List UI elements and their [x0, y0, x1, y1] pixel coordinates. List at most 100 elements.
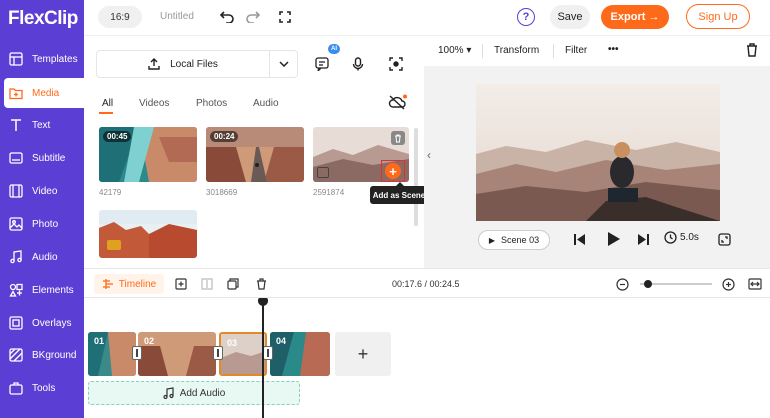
timeline-tab[interactable]: Timeline	[94, 274, 164, 294]
timeline-clip-04[interactable]: 04	[270, 332, 330, 376]
sidebar-item-bkground[interactable]: BKground	[0, 340, 84, 370]
zoom-dropdown[interactable]: 100% ▾	[438, 45, 471, 56]
fit-timeline-icon[interactable]	[748, 277, 762, 291]
timeline-tab-label: Timeline	[118, 278, 157, 290]
sidebar-item-photo[interactable]: Photo	[0, 209, 84, 239]
play-icon[interactable]	[608, 232, 620, 249]
tab-photos[interactable]: Photos	[196, 98, 227, 109]
sidebar-item-audio[interactable]: Audio	[0, 242, 84, 272]
sidebar-item-label: Video	[32, 185, 58, 197]
collapse-panel-handle[interactable]: ‹	[424, 140, 434, 170]
timeline-clip-01[interactable]: 01	[88, 332, 136, 376]
skip-forward-icon[interactable]	[638, 234, 649, 248]
transition-handle[interactable]	[263, 346, 273, 360]
add-audio-track[interactable]: Add Audio	[88, 381, 300, 405]
export-button[interactable]: Export →	[601, 5, 669, 29]
sidebar-item-text[interactable]: Text	[0, 110, 84, 140]
sidebar-item-video[interactable]: Video	[0, 176, 84, 206]
save-button[interactable]: Save	[550, 5, 590, 29]
clip-number: 03	[227, 338, 238, 348]
zoom-in-icon[interactable]	[721, 277, 735, 291]
duplicate-icon[interactable]	[226, 277, 240, 291]
sidebar-item-elements[interactable]: Elements	[0, 275, 84, 305]
duration-control[interactable]: 5.0s	[664, 231, 699, 244]
trash-icon[interactable]	[254, 277, 268, 291]
upload-icon	[148, 58, 160, 70]
video-canvas[interactable]	[476, 84, 720, 221]
music-note-icon	[163, 387, 174, 399]
redo-icon[interactable]	[244, 8, 262, 26]
transition-handle[interactable]	[213, 346, 223, 360]
add-as-scene-button[interactable]: +	[381, 160, 405, 182]
clip-number: 04	[276, 336, 287, 346]
add-audio-label: Add Audio	[179, 387, 226, 399]
playback-controls: ▶ Scene 03 5.0s	[424, 226, 770, 256]
tab-all[interactable]: All	[102, 98, 113, 109]
zoom-value: 100%	[438, 45, 464, 56]
media-thumbnail-2[interactable]: 00:24	[206, 127, 304, 182]
local-files-button[interactable]: Local Files	[96, 50, 270, 78]
media-thumbnail-3[interactable]: +	[313, 127, 409, 182]
aspect-ratio-button[interactable]: 16:9	[98, 6, 142, 28]
transform-button[interactable]: Transform	[494, 45, 539, 56]
ai-text-icon[interactable]	[312, 54, 332, 74]
skip-back-icon[interactable]	[574, 234, 585, 248]
sidebar-item-label: Subtitle	[32, 152, 66, 164]
media-id: 42179	[99, 188, 122, 197]
clip-number: 02	[144, 336, 155, 346]
sidebar-item-tools[interactable]: Tools	[0, 373, 84, 403]
expand-icon[interactable]	[718, 233, 731, 249]
media-thumbnail-1[interactable]: 00:45	[99, 127, 197, 182]
background-icon	[8, 347, 24, 363]
sidebar-item-subtitle[interactable]: Subtitle	[0, 143, 84, 173]
split-icon[interactable]	[200, 277, 214, 291]
flexclip-logo[interactable]: FlexClip	[8, 8, 78, 30]
active-tab-indicator	[99, 112, 113, 114]
cloud-off-icon[interactable]	[388, 94, 408, 110]
tools-icon	[8, 380, 24, 396]
project-title-input[interactable]: Untitled	[160, 11, 194, 22]
add-clip-button[interactable]: +	[335, 332, 391, 376]
timeline-time: 00:17.6 / 00:24.5	[392, 279, 460, 289]
media-thumbnail-4[interactable]	[99, 210, 197, 258]
sidebar-item-templates[interactable]: Templates	[0, 44, 84, 74]
trash-icon[interactable]	[391, 131, 405, 145]
microphone-icon[interactable]	[348, 54, 368, 74]
text-icon	[8, 117, 24, 133]
duration-badge: 00:45	[103, 131, 132, 142]
tab-videos[interactable]: Videos	[139, 98, 169, 109]
media-scrollbar[interactable]	[414, 128, 418, 226]
screen-record-icon[interactable]	[386, 54, 406, 74]
sidebar-item-label: Photo	[32, 218, 59, 230]
help-icon[interactable]: ?	[517, 8, 535, 26]
local-files-label: Local Files	[170, 58, 218, 70]
undo-icon[interactable]	[218, 8, 236, 26]
playhead[interactable]	[262, 298, 264, 418]
transition-handle[interactable]	[132, 346, 142, 360]
sidebar-item-label: Tools	[32, 382, 56, 394]
timeline-clip-02[interactable]: 02	[138, 332, 216, 376]
scene-icon	[317, 167, 329, 178]
play-scene-button[interactable]: ▶ Scene 03	[478, 230, 550, 250]
tab-audio[interactable]: Audio	[253, 98, 279, 109]
preview-toolbar: 100% ▾ Transform Filter •••	[424, 36, 770, 66]
add-as-scene-tooltip: Add as Scene	[370, 182, 428, 204]
timeline-icon	[102, 279, 113, 289]
filter-button[interactable]: Filter	[565, 45, 587, 56]
fullscreen-icon[interactable]	[276, 8, 294, 26]
zoom-out-icon[interactable]	[615, 277, 629, 291]
sidebar-item-media[interactable]: Media	[4, 78, 84, 108]
plus-icon: +	[385, 163, 401, 179]
divider	[482, 44, 483, 58]
sign-up-button[interactable]: Sign Up	[686, 4, 750, 29]
zoom-slider-handle[interactable]	[643, 280, 652, 288]
trash-icon[interactable]	[746, 43, 758, 60]
add-scene-icon[interactable]	[174, 277, 188, 291]
playhead-handle[interactable]	[258, 298, 268, 306]
upload-source-dropdown[interactable]	[270, 50, 298, 78]
timeline-clip-03-selected[interactable]: 03	[219, 332, 267, 376]
duration-badge: 00:24	[210, 131, 239, 142]
templates-icon	[8, 51, 24, 67]
sidebar-item-overlays[interactable]: Overlays	[0, 308, 84, 338]
more-options-button[interactable]: •••	[608, 44, 619, 55]
